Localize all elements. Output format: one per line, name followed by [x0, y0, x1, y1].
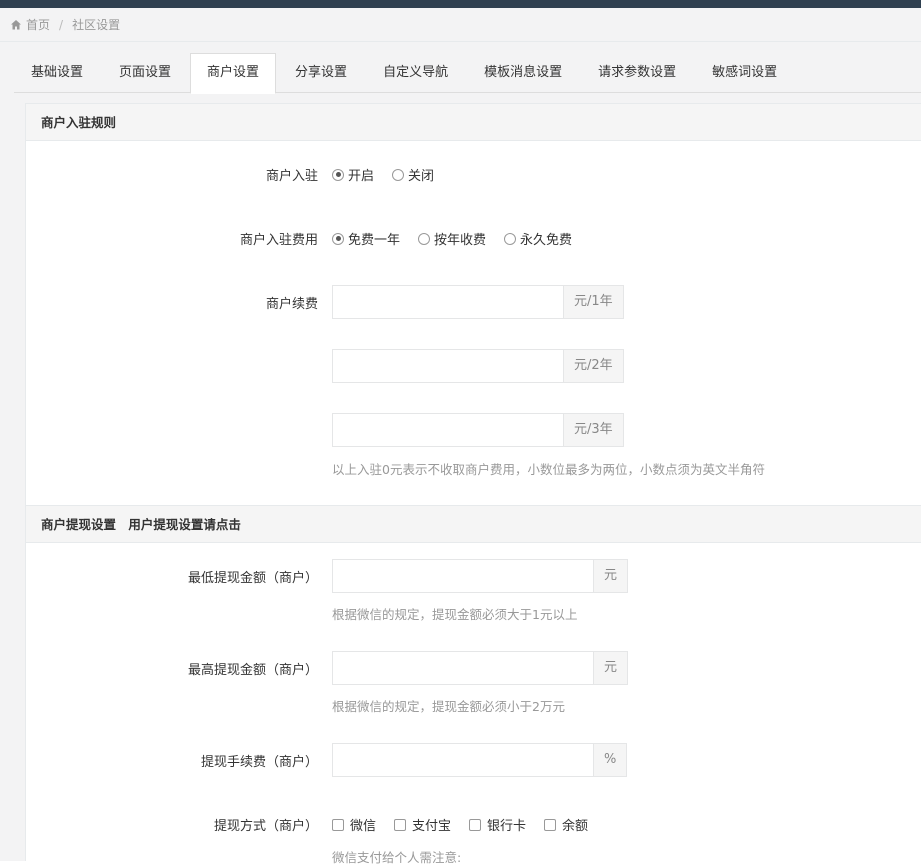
breadcrumb: 首页 / 社区设置: [0, 8, 921, 42]
renew-help-text: 以上入驻0元表示不收取商户费用，小数位最多为两位，小数点须为英文半角符: [332, 462, 765, 477]
merchant-join-radio-group: 开启 关闭: [332, 165, 452, 184]
renew-3-year-unit: 元/3年: [563, 413, 624, 447]
checkbox-alipay[interactable]: 支付宝: [394, 815, 451, 834]
checkbox-icon: [544, 818, 557, 831]
radio-join-off[interactable]: 关闭: [392, 165, 434, 184]
top-bar: [0, 0, 921, 8]
renew-2-year-input[interactable]: [332, 349, 563, 383]
checkbox-balance[interactable]: 余额: [544, 815, 588, 834]
withdraw-fee-input[interactable]: [332, 743, 593, 777]
withdraw-fee-label: 提现手续费（商户）: [200, 755, 318, 770]
min-withdraw-input[interactable]: [332, 559, 593, 593]
renew-3-year-group: 元/3年: [332, 413, 624, 447]
checkbox-icon: [469, 818, 482, 831]
renew-1-year-input[interactable]: [332, 285, 563, 319]
radio-circle-icon: [332, 232, 344, 245]
breadcrumb-current: 社区设置: [72, 18, 121, 32]
settings-tabs: 基础设置 页面设置 商户设置 分享设置 自定义导航 模板消息设置 请求参数设置 …: [14, 53, 921, 94]
section-title: 商户入驻规则: [41, 115, 117, 130]
checkbox-bank-card[interactable]: 银行卡: [469, 815, 526, 834]
renew-1-year-unit: 元/1年: [563, 285, 624, 319]
max-withdraw-group: 元: [332, 651, 629, 685]
breadcrumb-separator: /: [59, 17, 64, 32]
withdraw-fee-unit: %: [593, 743, 628, 777]
tab-template-message[interactable]: 模板消息设置: [467, 53, 579, 93]
tab-basic-settings[interactable]: 基础设置: [14, 53, 100, 93]
merchant-renew-label: 商户续费: [265, 297, 318, 312]
radio-circle-icon: [332, 168, 344, 181]
breadcrumb-home-link[interactable]: 首页: [26, 16, 50, 33]
checkbox-icon: [332, 818, 344, 831]
merchant-join-label: 商户入驻: [265, 169, 318, 184]
section-merchant-join-rules: 商户入驻规则: [26, 103, 921, 141]
radio-circle-icon: [418, 232, 431, 245]
renew-2-year-group: 元/2年: [332, 349, 624, 383]
checkbox-wechat[interactable]: 微信: [332, 815, 376, 834]
radio-circle-icon: [504, 232, 517, 245]
max-withdraw-help: 根据微信的规定，提现金额必须小于2万元: [332, 699, 565, 714]
min-withdraw-unit: 元: [593, 559, 629, 593]
radio-circle-icon: [392, 168, 405, 181]
section-merchant-withdraw: 商户提现设置 用户提现设置请点击: [26, 505, 921, 543]
min-withdraw-group: 元: [332, 559, 629, 593]
tab-share-settings[interactable]: 分享设置: [278, 53, 364, 93]
merchant-fee-label: 商户入驻费用: [239, 233, 318, 248]
tab-merchant-settings[interactable]: 商户设置: [190, 53, 277, 94]
home-icon: [11, 19, 21, 29]
merchant-fee-radio-group: 免费一年 按年收费 永久免费: [332, 229, 590, 248]
merchant-settings-panel: 商户入驻规则 商户入驻 开启 关闭 商户入驻费用 免费一年 按年收费 永久免费 …: [25, 103, 921, 865]
max-withdraw-input[interactable]: [332, 651, 593, 685]
tab-sensitive-words[interactable]: 敏感词设置: [695, 53, 794, 93]
renew-2-year-unit: 元/2年: [563, 349, 624, 383]
min-withdraw-help: 根据微信的规定，提现金额必须大于1元以上: [332, 607, 578, 622]
checkbox-icon: [394, 818, 407, 831]
renew-1-year-group: 元/1年: [332, 285, 624, 319]
radio-fee-forever-free[interactable]: 永久免费: [504, 229, 572, 248]
main-content: 基础设置 页面设置 商户设置 分享设置 自定义导航 模板消息设置 请求参数设置 …: [0, 42, 921, 865]
min-withdraw-label: 最低提现金额（商户）: [187, 571, 318, 586]
radio-fee-yearly[interactable]: 按年收费: [418, 229, 486, 248]
radio-fee-free-year[interactable]: 免费一年: [332, 229, 400, 248]
tab-request-params[interactable]: 请求参数设置: [581, 53, 693, 93]
withdraw-fee-group: %: [332, 743, 628, 777]
withdraw-method-checkboxes: 微信 支付宝 银行卡 余额: [332, 815, 606, 834]
withdraw-method-help: 微信支付给个人需注意:: [332, 850, 462, 865]
radio-join-on[interactable]: 开启: [332, 165, 374, 184]
section-title: 商户提现设置: [41, 517, 117, 532]
user-withdraw-settings-link[interactable]: 用户提现设置请点击: [128, 517, 241, 532]
tab-page-settings[interactable]: 页面设置: [102, 53, 188, 93]
withdraw-method-label: 提现方式（商户）: [213, 819, 318, 834]
max-withdraw-unit: 元: [593, 651, 629, 685]
renew-3-year-input[interactable]: [332, 413, 563, 447]
max-withdraw-label: 最高提现金额（商户）: [187, 663, 318, 678]
tab-custom-nav[interactable]: 自定义导航: [366, 53, 465, 93]
